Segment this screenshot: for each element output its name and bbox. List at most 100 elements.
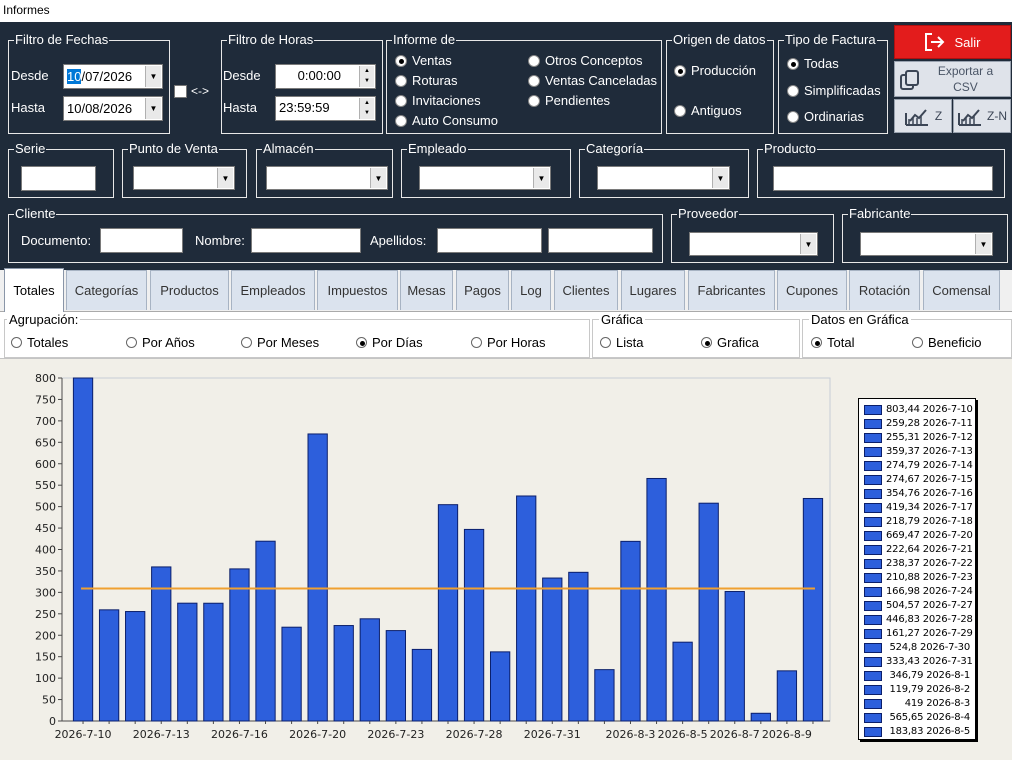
legend-swatch (864, 530, 882, 541)
tab-clientes[interactable]: Clientes (554, 270, 618, 310)
radio-icon (674, 104, 686, 117)
fabricante-select[interactable]: ▼ (860, 232, 993, 256)
punto-venta-select[interactable]: ▼ (133, 166, 235, 190)
tab-empleados[interactable]: Empleados (231, 270, 315, 310)
chevron-down-icon[interactable]: ▼ (533, 168, 549, 188)
producto-input[interactable] (773, 166, 993, 191)
legend-item: 222,64 2026-7-21 (864, 543, 973, 556)
bar-chart: 0 50 100 150 200 250 300 350 400 450 500 550 600 650 7… (35, 372, 831, 741)
legend-label: 238,37 2026-7-22 (886, 558, 973, 569)
chevron-down-icon[interactable]: ▼ (975, 234, 991, 254)
legend-swatch (864, 712, 882, 723)
nombre-input[interactable] (251, 228, 361, 253)
almacen-select[interactable]: ▼ (266, 166, 388, 190)
radio-icon (528, 74, 540, 87)
legend-swatch (864, 460, 882, 471)
spin-arrows-icon[interactable]: ▲ ▼ (359, 66, 374, 87)
radio-roturas[interactable]: Roturas (395, 73, 458, 88)
radio-simplificadas[interactable]: Simplificadas (787, 83, 881, 98)
radio-lista[interactable]: Lista (600, 335, 643, 350)
bar (646, 477, 667, 722)
tab-categorias[interactable]: Categorías (66, 270, 147, 310)
radio-todas[interactable]: Todas (787, 56, 839, 71)
bar (724, 591, 745, 722)
z-report-button[interactable]: Z (894, 99, 952, 133)
radio-icon (356, 337, 367, 348)
date-swap-checkbox[interactable] (174, 85, 187, 98)
tab-lugares[interactable]: Lugares (621, 270, 685, 310)
chevron-down-icon[interactable]: ▼ (800, 234, 816, 254)
radio-icon (674, 64, 686, 77)
radio-grafica[interactable]: Grafica (701, 335, 759, 350)
serie-input[interactable] (21, 166, 96, 191)
bar (385, 630, 407, 722)
exit-button[interactable]: Salir (894, 25, 1011, 59)
date-from-picker[interactable]: 10/07/2026 ▼ (63, 64, 163, 89)
categoria-select[interactable]: ▼ (597, 166, 730, 190)
radio-agrup-meses[interactable]: Por Meses (241, 335, 319, 350)
bar (750, 712, 771, 722)
radio-produccion[interactable]: Producción (674, 63, 756, 78)
chevron-down-icon[interactable]: ▼ (370, 168, 386, 188)
y-tick-label: 700 (35, 415, 56, 428)
empleado-select[interactable]: ▼ (419, 166, 551, 190)
bar (307, 433, 328, 722)
radio-ordinarias[interactable]: Ordinarias (787, 109, 864, 124)
time-to-input[interactable]: 23:59:59 ▲ ▼ (275, 96, 376, 121)
legend-label: 119,79 2026-8-2 (889, 684, 970, 695)
radio-agrup-dias[interactable]: Por Días (356, 335, 423, 350)
y-tick-label: 650 (35, 436, 56, 449)
x-tick-label: 2026-8-9 (762, 728, 812, 741)
spin-arrows-icon[interactable]: ▲ ▼ (359, 98, 374, 119)
date-to-picker[interactable]: 10/08/2026 ▼ (63, 96, 163, 121)
tab-log[interactable]: Log (511, 270, 551, 310)
tab-fabricantes[interactable]: Fabricantes (688, 270, 775, 310)
tab-comensal[interactable]: Comensal (923, 270, 1000, 310)
export-csv-button[interactable]: Exportar a CSV (894, 61, 1011, 97)
tab-productos[interactable]: Productos (150, 270, 229, 310)
chevron-down-icon[interactable]: ▼ (712, 168, 728, 188)
time-from-input[interactable]: 0:00:00 ▲ ▼ (275, 64, 376, 89)
radio-ventas[interactable]: Ventas (395, 53, 452, 68)
chevron-down-icon[interactable]: ▼ (217, 168, 233, 188)
legend-item: 166,98 2026-7-24 (864, 585, 973, 598)
bar (72, 377, 94, 722)
legend-item: 161,27 2026-7-29 (864, 627, 973, 640)
documento-label: Documento: (21, 233, 92, 248)
radio-agrup-horas[interactable]: Por Horas (471, 335, 546, 350)
apellido1-input[interactable] (437, 228, 542, 253)
bar (125, 611, 146, 722)
radio-agrup-anos[interactable]: Por Años (126, 335, 195, 350)
chevron-down-icon[interactable]: ▼ (145, 98, 161, 119)
bar (776, 670, 798, 722)
radio-pendientes[interactable]: Pendientes (528, 93, 610, 108)
radio-ventas-canceladas[interactable]: Ventas Canceladas (528, 73, 657, 88)
tab-cupones[interactable]: Cupones (777, 270, 847, 310)
legend-item: 446,83 2026-7-28 (864, 613, 973, 626)
bar (542, 577, 563, 722)
radio-auto-consumo[interactable]: Auto Consumo (395, 113, 498, 128)
legend-label: 222,64 2026-7-21 (886, 544, 973, 555)
legend-item: 259,28 2026-7-11 (864, 417, 973, 430)
x-tick-label: 2026-7-31 (524, 728, 581, 741)
tab-totales[interactable]: Totales (4, 268, 64, 312)
tab-pagos[interactable]: Pagos (456, 270, 509, 310)
tab-mesas[interactable]: Mesas (400, 270, 453, 310)
radio-beneficio[interactable]: Beneficio (912, 335, 981, 350)
radio-antiguos[interactable]: Antiguos (674, 103, 742, 118)
bar (463, 528, 485, 722)
radio-otros-conceptos[interactable]: Otros Conceptos (528, 53, 643, 68)
documento-input[interactable] (100, 228, 183, 253)
time-to-value: 23:59:59 (279, 100, 330, 115)
x-tick-label: 2026-8-3 (606, 728, 656, 741)
tab-impuestos[interactable]: Impuestos (317, 270, 398, 310)
proveedor-select[interactable]: ▼ (689, 232, 818, 256)
chevron-down-icon[interactable]: ▼ (145, 66, 161, 87)
tab-rotacion[interactable]: Rotación (849, 270, 920, 310)
radio-invitaciones[interactable]: Invitaciones (395, 93, 481, 108)
legend-swatch (864, 432, 882, 443)
zn-report-button[interactable]: Z-N (953, 99, 1011, 133)
apellido2-input[interactable] (548, 228, 653, 253)
radio-total[interactable]: Total (811, 335, 854, 350)
radio-agrup-totales[interactable]: Totales (11, 335, 68, 350)
